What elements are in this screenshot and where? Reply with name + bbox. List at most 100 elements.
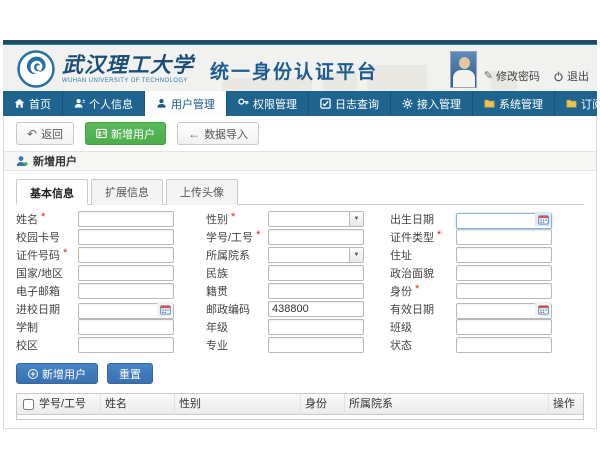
required-asterisk: * xyxy=(415,283,419,299)
field-political-status: 政治面貌 xyxy=(390,265,586,281)
field-department: 所属院系▼ xyxy=(206,247,376,263)
nav-label: 系统管理 xyxy=(499,96,543,112)
tab-strip: 基本信息 扩展信息 上传头像 xyxy=(16,179,584,205)
tab-upload-avatar[interactable]: 上传头像 xyxy=(166,179,238,205)
section-header: 新增用户 xyxy=(4,151,596,171)
data-import-button[interactable]: ← 数据导入 xyxy=(177,122,259,145)
tab-basic-info[interactable]: 基本信息 xyxy=(16,179,88,205)
select-all-checkbox[interactable] xyxy=(23,399,34,410)
field-id-number: 证件号码* xyxy=(16,247,192,263)
email-input[interactable] xyxy=(78,283,174,299)
postal-code-input[interactable] xyxy=(268,301,364,317)
field-label: 学制 xyxy=(16,319,78,335)
nav-log-query[interactable]: 日志查询 xyxy=(309,91,391,116)
user-table: 学号/工号 姓名 性别 身份 所属院系 操作 xyxy=(16,393,584,420)
submit-add-user-button[interactable]: + 新增用户 xyxy=(16,363,98,384)
nav-access-management[interactable]: 接入管理 xyxy=(391,91,473,116)
col-actions: 操作 xyxy=(549,394,583,415)
major-input[interactable] xyxy=(268,337,364,353)
school-system-input[interactable] xyxy=(78,319,174,335)
content-area: ↶ 返回 新增用户 ← 数据导入 新增用户 基本信息 扩展信息 上传头像 姓名* xyxy=(3,116,597,429)
field-label: 住址 xyxy=(390,247,456,263)
chevron-down-icon: ▼ xyxy=(349,212,363,226)
field-name: 姓名* xyxy=(16,211,192,227)
add-user-label: 新增用户 xyxy=(111,126,155,142)
nav-label: 首页 xyxy=(29,96,51,112)
person-icon xyxy=(74,98,85,109)
name-input[interactable] xyxy=(78,211,174,227)
entry-date-field xyxy=(78,301,174,317)
nav-subscription-management[interactable]: 订阅管理 xyxy=(555,91,600,116)
submit-label: 新增用户 xyxy=(42,366,86,382)
id-number-input[interactable] xyxy=(78,247,174,263)
field-grade: 年级 xyxy=(206,319,376,335)
status-input[interactable] xyxy=(456,337,552,353)
birthdate-field xyxy=(456,211,552,227)
field-major: 专业 xyxy=(206,337,376,353)
brand-block: 武汉理工大学 WUHAN UNIVERSITY OF TECHNOLOGY 统一… xyxy=(17,50,378,88)
ethnicity-input[interactable] xyxy=(268,265,364,281)
department-select[interactable]: ▼ xyxy=(268,247,364,263)
field-label: 性别* xyxy=(206,211,268,227)
add-user-toolbar-button[interactable]: 新增用户 xyxy=(85,122,166,145)
field-label: 有效日期 xyxy=(390,301,456,317)
university-logo-icon xyxy=(17,50,55,88)
power-icon xyxy=(553,71,564,82)
plus-circle-icon: + xyxy=(28,369,38,379)
gear-icon xyxy=(402,98,413,109)
address-input[interactable] xyxy=(456,247,552,263)
subscribe-icon xyxy=(566,98,577,109)
university-name-en: WUHAN UNIVERSITY OF TECHNOLOGY xyxy=(62,78,194,84)
student-id-input[interactable] xyxy=(268,229,364,245)
calendar-icon[interactable] xyxy=(535,212,551,226)
change-password-link[interactable]: ✎ 修改密码 xyxy=(484,68,540,84)
nav-permission-management[interactable]: 权限管理 xyxy=(227,91,309,116)
folder-icon xyxy=(484,98,495,109)
field-label: 姓名* xyxy=(16,211,78,227)
nav-home[interactable]: 首页 xyxy=(3,91,63,116)
id-type-input[interactable] xyxy=(456,229,552,245)
field-label: 身份* xyxy=(390,283,456,299)
field-address: 住址 xyxy=(390,247,586,263)
app-window: 武汉理工大学 WUHAN UNIVERSITY OF TECHNOLOGY 统一… xyxy=(3,40,597,429)
grade-input[interactable] xyxy=(268,319,364,335)
identity-input[interactable] xyxy=(456,283,552,299)
platform-title: 统一身份认证平台 xyxy=(210,55,378,84)
logout-label: 退出 xyxy=(567,68,589,84)
table-body-empty xyxy=(17,415,583,419)
field-status: 状态 xyxy=(390,337,586,353)
log-icon xyxy=(320,98,331,109)
reset-button[interactable]: 重置 xyxy=(107,363,153,384)
class-input[interactable] xyxy=(456,319,552,335)
select-all-checkbox-cell xyxy=(17,394,35,415)
calendar-icon[interactable] xyxy=(157,302,173,316)
field-label: 证件类型* xyxy=(390,229,456,245)
toolbar: ↶ 返回 新增用户 ← 数据导入 xyxy=(4,116,596,151)
native-place-input[interactable] xyxy=(268,283,364,299)
gender-select[interactable]: ▼ xyxy=(268,211,364,227)
user-icon xyxy=(156,98,167,109)
table-header-row: 学号/工号 姓名 性别 身份 所属院系 操作 xyxy=(17,394,583,415)
back-button[interactable]: ↶ 返回 xyxy=(16,122,74,145)
nav-system-management[interactable]: 系统管理 xyxy=(473,91,555,116)
country-input[interactable] xyxy=(78,265,174,281)
logout-link[interactable]: 退出 xyxy=(553,68,589,84)
calendar-icon[interactable] xyxy=(535,302,551,316)
political-status-input[interactable] xyxy=(456,265,552,281)
field-identity: 身份* xyxy=(390,283,586,299)
nav-personal-info[interactable]: 个人信息 xyxy=(63,91,145,116)
nav-label: 权限管理 xyxy=(253,96,297,112)
tab-extended-info[interactable]: 扩展信息 xyxy=(91,179,163,205)
field-label: 民族 xyxy=(206,265,268,281)
change-password-label: 修改密码 xyxy=(496,68,540,84)
reset-label: 重置 xyxy=(119,366,141,382)
nav-user-management[interactable]: 用户管理 xyxy=(145,91,227,116)
field-postal-code: 邮政编码 xyxy=(206,301,376,317)
data-import-label: 数据导入 xyxy=(204,126,248,142)
field-entry-date: 进校日期 xyxy=(16,301,192,317)
key-icon xyxy=(238,98,249,109)
field-native-place: 籍贯 xyxy=(206,283,376,299)
import-arrow-icon: ← xyxy=(188,128,200,140)
campus-card-input[interactable] xyxy=(78,229,174,245)
campus-input[interactable] xyxy=(78,337,174,353)
